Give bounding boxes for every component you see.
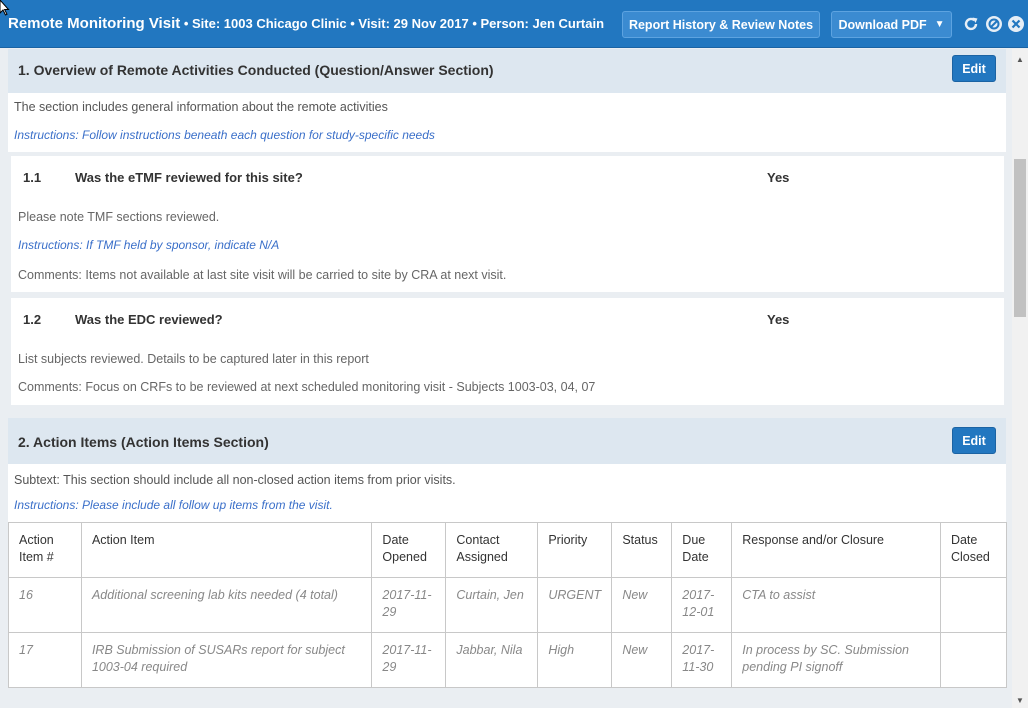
report-history-label: Report History & Review Notes [628, 17, 814, 32]
column-header: Date Opened [371, 522, 447, 578]
table-cell [939, 632, 1008, 688]
section-2-edit-button[interactable]: Edit [952, 427, 996, 454]
header-bar: Remote Monitoring Visit • Site: 1003 Chi… [0, 0, 1028, 48]
report-history-button[interactable]: Report History & Review Notes [622, 11, 820, 38]
column-header: Priority [537, 522, 613, 578]
section-2-subtext: Subtext: This section should include all… [14, 473, 456, 487]
page-title: Remote Monitoring Visit • Site: 1003 Chi… [8, 15, 604, 32]
table-row[interactable]: 17 IRB Submission of SUSARs report for s… [8, 632, 1008, 688]
table-cell: 2017-11-29 [371, 577, 447, 633]
section-2-title: 2. Action Items (Action Items Section) [18, 434, 269, 450]
question-text: Was the eTMF reviewed for this site? [75, 170, 303, 185]
column-header: Contact Assigned [445, 522, 539, 578]
section-2-header: 2. Action Items (Action Items Section) E… [8, 418, 1006, 464]
table-cell: 2017-11-29 [371, 632, 447, 688]
table-cell: In process by SC. Submission pending PI … [731, 632, 941, 688]
caret-down-icon: ▼ [934, 19, 945, 30]
question-note: List subjects reviewed. Details to be ca… [18, 352, 369, 366]
table-cell: Jabbar, Nila [445, 632, 539, 688]
table-cell: 16 [8, 577, 82, 633]
table-header-row: Action Item # Action Item Date Opened Co… [8, 522, 1008, 578]
column-header: Response and/or Closure [731, 522, 941, 578]
question-note: Please note TMF sections reviewed. [18, 210, 220, 224]
close-icon[interactable] [1007, 15, 1025, 33]
table-row[interactable]: 16 Additional screening lab kits needed … [8, 577, 1008, 633]
table-cell: 2017-11-30 [671, 632, 733, 688]
section-1-intro: The section includes general information… [8, 93, 1006, 152]
section-1-description: The section includes general information… [14, 100, 388, 114]
table-cell: New [611, 632, 673, 688]
section-1-title: 1. Overview of Remote Activities Conduct… [18, 62, 494, 78]
report-content: 1. Overview of Remote Activities Conduct… [0, 49, 1012, 708]
question-answer: Yes [767, 312, 790, 327]
column-header: Status [611, 522, 673, 578]
vertical-scrollbar[interactable]: ▲ ▼ [1012, 49, 1028, 708]
section-1-instructions: Instructions: Follow instructions beneat… [14, 128, 435, 142]
section-2-instructions: Instructions: Please include all follow … [14, 498, 333, 512]
download-pdf-button[interactable]: Download PDF ▼ [831, 11, 952, 38]
column-header: Date Closed [939, 522, 1008, 578]
question-comments: Comments: Items not available at last si… [18, 268, 507, 282]
question-card-1-1: 1.1 Was the eTMF reviewed for this site?… [11, 156, 1004, 292]
table-cell: 17 [8, 632, 82, 688]
table-cell: 2017-12-01 [671, 577, 733, 633]
question-instructions: Instructions: If TMF held by sponsor, in… [18, 238, 280, 252]
download-pdf-label: Download PDF [838, 17, 927, 32]
block-icon[interactable] [985, 15, 1003, 33]
column-header: Due Date [671, 522, 733, 578]
mouse-cursor-icon [0, 0, 10, 21]
page-title-main: Remote Monitoring Visit [8, 15, 181, 32]
table-cell: New [611, 577, 673, 633]
table-cell: Additional screening lab kits needed (4 … [80, 577, 373, 633]
action-items-table: Action Item # Action Item Date Opened Co… [8, 522, 1008, 688]
column-header: Action Item [80, 522, 373, 578]
table-cell: CTA to assist [731, 577, 941, 633]
table-cell: IRB Submission of SUSARs report for subj… [80, 632, 373, 688]
question-text: Was the EDC reviewed? [75, 312, 223, 327]
scroll-down-arrow-icon[interactable]: ▼ [1012, 692, 1028, 708]
refresh-icon[interactable] [962, 15, 980, 33]
table-cell: Curtain, Jen [445, 577, 539, 633]
scroll-thumb[interactable] [1014, 159, 1026, 317]
table-cell: URGENT [537, 577, 613, 633]
section-2-intro: Subtext: This section should include all… [8, 464, 1006, 524]
question-card-1-2: 1.2 Was the EDC reviewed? Yes List subje… [11, 298, 1004, 405]
table-cell [939, 577, 1008, 633]
column-header: Action Item # [8, 522, 82, 578]
section-1-edit-button[interactable]: Edit [952, 55, 996, 82]
question-answer: Yes [767, 170, 790, 185]
page-title-details: • Site: 1003 Chicago Clinic • Visit: 29 … [180, 16, 605, 31]
question-number: 1.1 [23, 170, 42, 185]
question-comments: Comments: Focus on CRFs to be reviewed a… [18, 380, 596, 394]
question-number: 1.2 [23, 312, 42, 327]
table-cell: High [537, 632, 613, 688]
section-1-header: 1. Overview of Remote Activities Conduct… [8, 49, 1006, 93]
scroll-up-arrow-icon[interactable]: ▲ [1012, 51, 1028, 67]
